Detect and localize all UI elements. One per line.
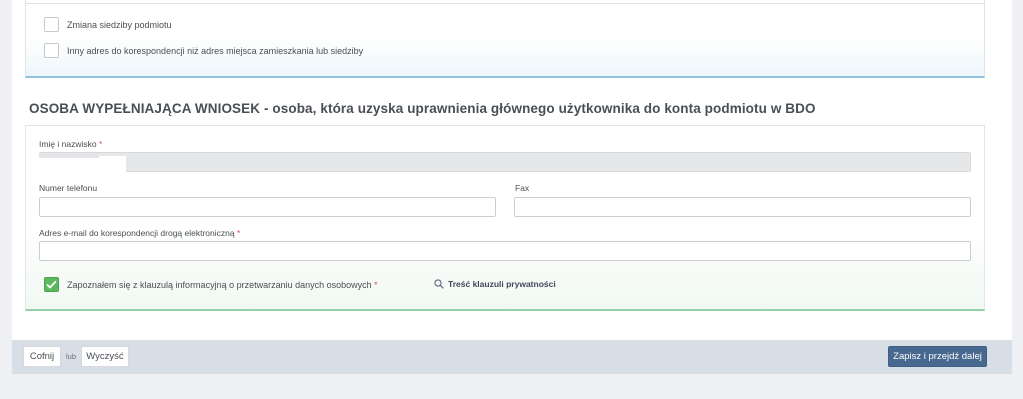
name-redaction-line bbox=[39, 154, 99, 158]
section-title: OSOBA WYPEŁNIAJĄCA WNIOSEK - osoba, któr… bbox=[29, 101, 816, 116]
privacy-clause-link[interactable]: Treść klauzuli prywatności bbox=[434, 279, 556, 289]
fax-label: Fax bbox=[515, 183, 530, 193]
phone-label: Numer telefonu bbox=[39, 183, 98, 193]
fax-field[interactable] bbox=[514, 197, 971, 217]
consent-checkbox[interactable] bbox=[44, 277, 59, 292]
checkbox-label: Inny adres do korespondencji niż adres m… bbox=[67, 45, 364, 56]
name-field[interactable] bbox=[39, 152, 971, 172]
consent-label: Zapoznałem się z klauzulą informacyjną o… bbox=[67, 280, 378, 290]
consent-label-text: Zapoznałem się z klauzulą informacyjną o… bbox=[67, 279, 372, 290]
checkbox-other-address[interactable] bbox=[44, 43, 59, 58]
back-button[interactable]: Cofnij bbox=[23, 346, 61, 367]
name-label-text: Imię i nazwisko bbox=[39, 139, 97, 149]
privacy-link-label: Treść klauzuli prywatności bbox=[448, 279, 556, 289]
required-mark: * bbox=[99, 139, 103, 149]
consent-row[interactable]: Zapoznałem się z klauzulą informacyjną o… bbox=[44, 277, 378, 292]
panel-top-border bbox=[26, 0, 984, 4]
required-mark: * bbox=[236, 228, 241, 238]
search-icon bbox=[434, 279, 444, 289]
checkbox-row-other-address[interactable]: Inny adres do korespondencji niż adres m… bbox=[44, 43, 363, 58]
applicant-form-panel: Imię i nazwisko * Numer telefonu Fax Adr… bbox=[25, 125, 985, 311]
phone-field[interactable] bbox=[39, 197, 496, 217]
footer-action-bar: Cofnij lub Wyczyść Zapisz i przejdź dale… bbox=[12, 340, 1012, 374]
check-icon bbox=[46, 280, 57, 289]
clear-button[interactable]: Wyczyść bbox=[81, 346, 129, 367]
or-text: lub bbox=[66, 352, 77, 361]
address-options-panel: Zmiana siedziby podmiotu Inny adres do k… bbox=[25, 0, 985, 78]
email-label-text: Adres e-mail do korespondencji drogą ele… bbox=[39, 228, 235, 238]
checkbox-row-change-seat[interactable]: Zmiana siedziby podmiotu bbox=[44, 17, 172, 32]
save-and-continue-button[interactable]: Zapisz i przejdź dalej bbox=[888, 346, 987, 367]
name-label: Imię i nazwisko * bbox=[39, 139, 102, 149]
checkbox-change-seat[interactable] bbox=[44, 17, 59, 32]
required-mark: * bbox=[374, 279, 378, 290]
email-field[interactable] bbox=[39, 241, 971, 261]
name-redaction bbox=[39, 156, 126, 173]
email-label: Adres e-mail do korespondencji drogą ele… bbox=[39, 228, 240, 238]
checkbox-label: Zmiana siedziby podmiotu bbox=[67, 19, 172, 30]
